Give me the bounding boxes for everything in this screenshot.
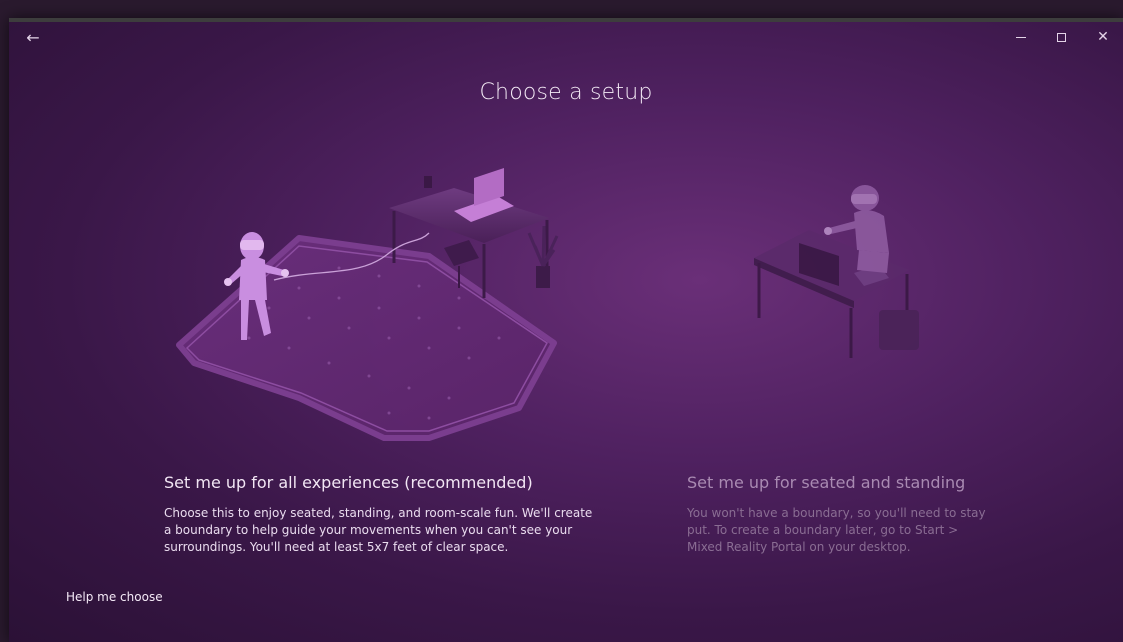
seated-standing-title[interactable]: Set me up for seated and standing (687, 473, 965, 492)
all-experiences-description: Choose this to enjoy seated, standing, a… (164, 506, 593, 554)
seated-standing-option[interactable] (754, 185, 919, 358)
setup-window: ← ✕ Choose a setup Set me up for all exp… (9, 18, 1123, 642)
all-experiences-option[interactable] (176, 168, 559, 441)
help-me-choose-link[interactable]: Help me choose (66, 590, 163, 604)
all-experiences-title[interactable]: Set me up for all experiences (recommend… (164, 473, 533, 492)
seated-standing-description: You won't have a boundary, so you'll nee… (687, 506, 986, 554)
